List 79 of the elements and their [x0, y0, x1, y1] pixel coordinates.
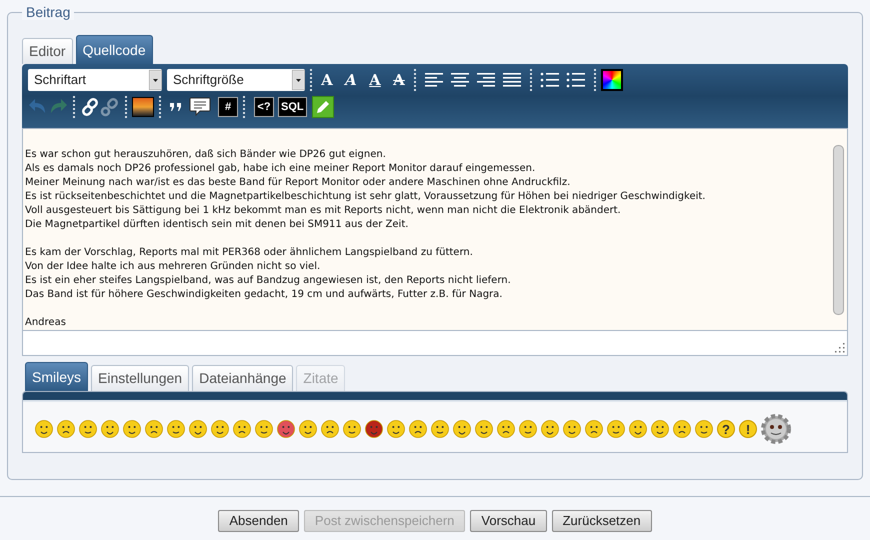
- bullet-list-icon[interactable]: [540, 71, 560, 89]
- smiley-icon[interactable]: [519, 420, 537, 438]
- smiley-icon[interactable]: [497, 420, 515, 438]
- text-area[interactable]: [22, 128, 848, 331]
- dropdown-caret-icon: [149, 70, 162, 90]
- text-line: Voll ausgesteuert bis Sättigung bei 1 kHz bekommt man es mit Reports nicht, wenn man nicht die Elektronik abändert.: [25, 204, 621, 218]
- fieldset-legend: Beitrag: [22, 4, 74, 20]
- text-line: Als es damals noch DP26 professionel gab, habe ich eine meiner Report Monitor darauf eingemessen.: [25, 162, 536, 176]
- resize-grip-icon[interactable]: [833, 341, 845, 353]
- code-tag-button[interactable]: #: [218, 97, 238, 117]
- smiley-icon[interactable]: [563, 420, 581, 438]
- form-button[interactable]: Zurücksetzen: [552, 510, 652, 532]
- text-line: Es ist rückseitenbeschichtet und die Magnetpartikelbeschichtung ist sehr glatt, Voraussetzung für Höhen bei niedriger Geschwindigkeit.: [25, 190, 706, 204]
- text-line: Andreas: [25, 316, 66, 330]
- smiley-icon[interactable]: [343, 420, 361, 438]
- sign-smiley[interactable]: !: [739, 420, 757, 438]
- smiley-icon[interactable]: [299, 420, 317, 438]
- form-button[interactable]: Absenden: [218, 510, 299, 532]
- panel-tab[interactable]: Smileys: [25, 362, 88, 391]
- smiley-icon[interactable]: [211, 420, 229, 438]
- smiley-icon[interactable]: [607, 420, 625, 438]
- panel-tab[interactable]: Einstellungen: [91, 365, 190, 391]
- smiley-icon[interactable]: [651, 420, 669, 438]
- color-picker-icon[interactable]: [601, 69, 623, 91]
- dropdown-caret-icon: [292, 70, 305, 90]
- smiley-icon[interactable]: [585, 420, 603, 438]
- smiley-icon[interactable]: [321, 420, 339, 438]
- image-icon[interactable]: [132, 97, 154, 117]
- align-center-icon[interactable]: [450, 71, 470, 89]
- smiley-icon[interactable]: [453, 420, 471, 438]
- text-line: Von der Idee halte ich aus mehreren Gründen nicht so viel.: [25, 260, 320, 274]
- strike-button[interactable]: A: [389, 70, 409, 90]
- smiley-icon[interactable]: [167, 420, 185, 438]
- code-tag-button[interactable]: <?: [254, 97, 274, 117]
- smiley-icon[interactable]: [695, 420, 713, 438]
- chain-link-icon[interactable]: [80, 97, 100, 117]
- text-line: Es ist ein eher steifes Langspielband, was auf Bandzug angewiesen ist, den Reports nicht liefern.: [25, 274, 511, 288]
- text-line: Es war schon gut herauszuhören, daß sich Bänder wie DP26 gut eignen.: [25, 148, 386, 162]
- align-left-icon[interactable]: [424, 71, 444, 89]
- text-line: Meiner Meinung nach war/ist es das beste Band für Report Monitor oder andere Maschinen ohne Andruckfilz.: [25, 176, 570, 190]
- smiley-icon[interactable]: [277, 420, 295, 438]
- sign-smiley[interactable]: ?: [717, 420, 735, 438]
- align-right-icon[interactable]: [476, 71, 496, 89]
- smiley-icon[interactable]: [541, 420, 559, 438]
- smiley-icon[interactable]: [255, 420, 273, 438]
- gear-face-icon[interactable]: [761, 414, 791, 444]
- italic-button[interactable]: A: [341, 70, 361, 90]
- smiley-icon[interactable]: [387, 420, 405, 438]
- smiley-icon[interactable]: [101, 420, 119, 438]
- text-line: Die Magnetpartikel dürften identisch sein mit denen bei SM911 aus der Zeit.: [25, 218, 408, 232]
- speech-bubble-icon[interactable]: [189, 97, 211, 117]
- smiley-icon[interactable]: [189, 420, 207, 438]
- align-justify-icon[interactable]: [502, 71, 522, 89]
- scrollbar-thumb[interactable]: [833, 145, 844, 315]
- quote-icon[interactable]: [169, 102, 183, 112]
- smiley-icon[interactable]: [145, 420, 163, 438]
- smiley-icon[interactable]: [233, 420, 251, 438]
- underline-button[interactable]: A: [365, 70, 385, 90]
- pencil-icon[interactable]: [312, 96, 334, 118]
- font-select[interactable]: Schriftart: [28, 69, 162, 91]
- text-line: Das Band ist für höhere Geschwindigkeiten gedacht, 19 cm und aufwärts, Futter z.B. für Nagra.: [25, 288, 502, 302]
- editor-tab[interactable]: Editor: [22, 38, 73, 64]
- smiley-icon[interactable]: [35, 420, 53, 438]
- bold-button[interactable]: A: [317, 70, 337, 90]
- text-line: Es kam der Vorschlag, Reports mal mit PER368 oder ähnlichem Langspielband zu füttern.: [25, 246, 473, 260]
- smiley-icon[interactable]: [57, 420, 75, 438]
- editor-tab[interactable]: Quellcode: [76, 35, 153, 64]
- smiley-icon[interactable]: [629, 420, 647, 438]
- code-tag-button[interactable]: SQL: [278, 97, 307, 117]
- smiley-icon[interactable]: [123, 420, 141, 438]
- smiley-icon[interactable]: [365, 420, 383, 438]
- size-select[interactable]: Schriftgröße: [167, 69, 305, 91]
- panel-tab[interactable]: Dateianhänge: [192, 365, 294, 391]
- smiley-icon[interactable]: [79, 420, 97, 438]
- smiley-icon[interactable]: [409, 420, 427, 438]
- smiley-icon[interactable]: [431, 420, 449, 438]
- smiley-icon[interactable]: [475, 420, 493, 438]
- smiley-icon[interactable]: [673, 420, 691, 438]
- form-button[interactable]: Vorschau: [470, 510, 547, 532]
